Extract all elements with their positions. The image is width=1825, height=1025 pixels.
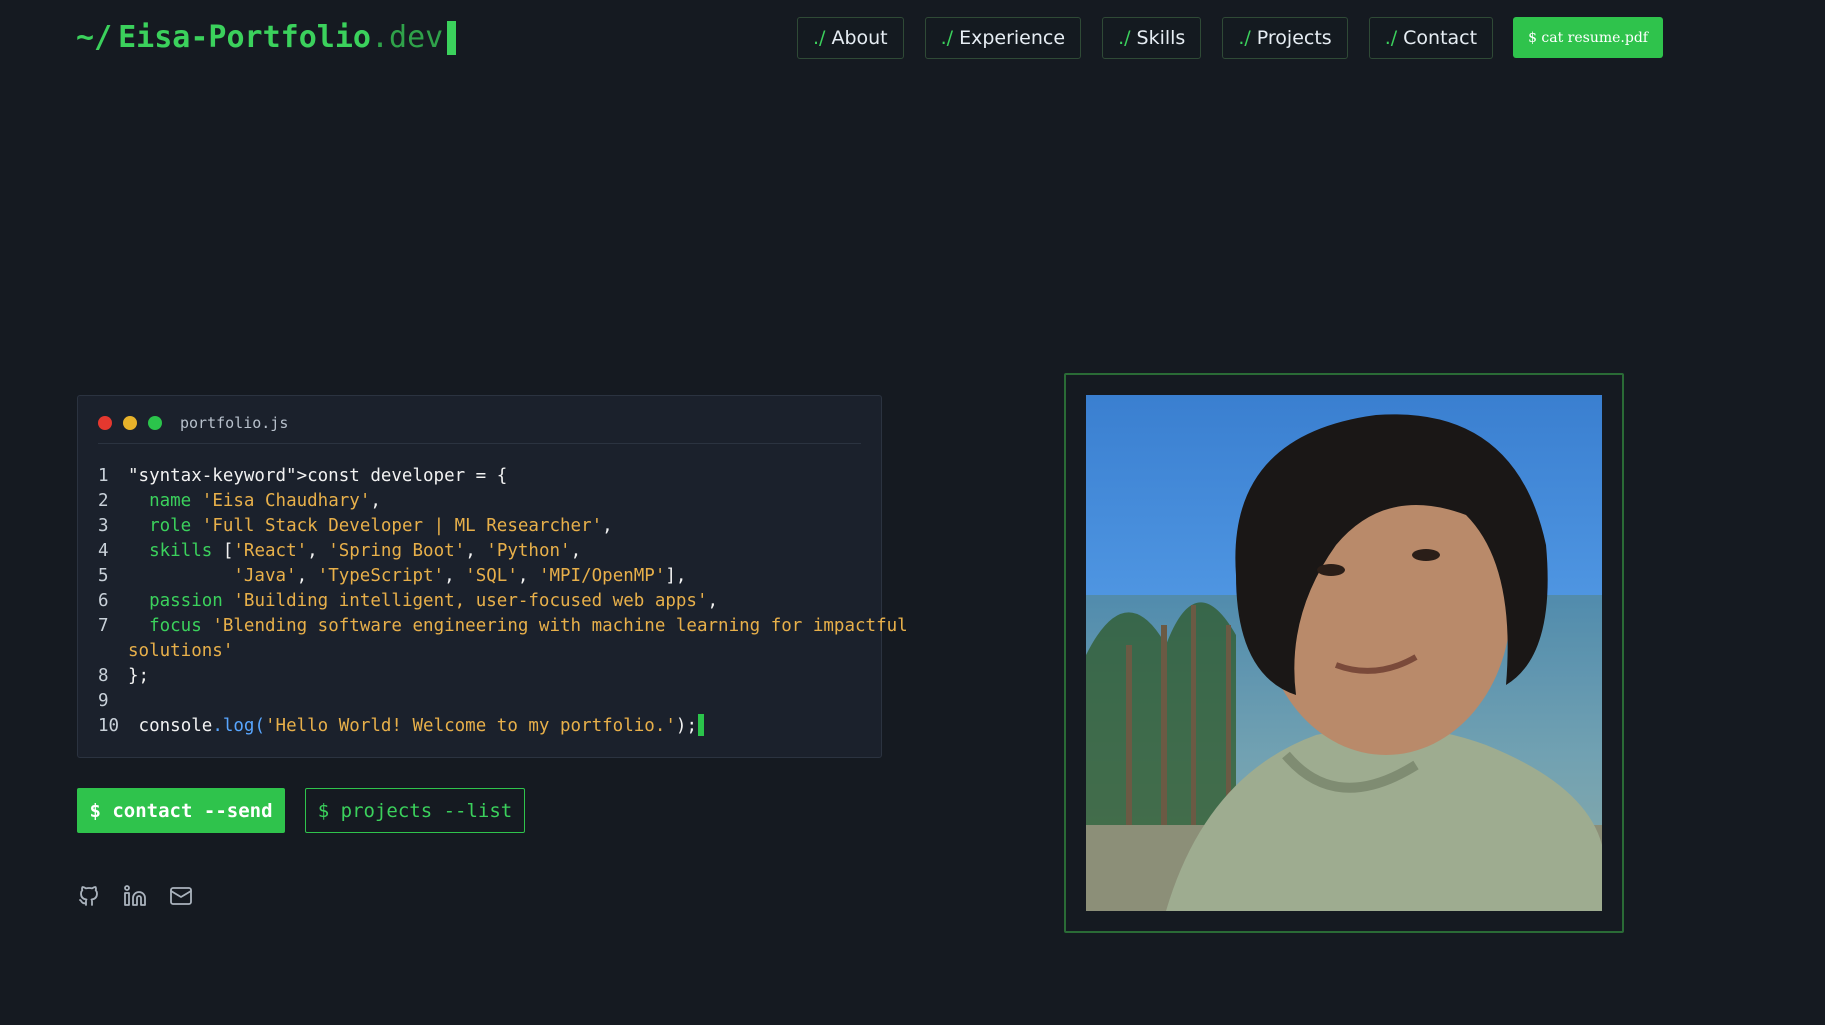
line-number: 5 xyxy=(98,566,109,586)
code-string: 'Hello World! Welcome to my portfolio.' xyxy=(265,716,676,736)
contact-send-button[interactable]: $ contact --send xyxy=(77,788,285,833)
code-key: role xyxy=(149,516,192,536)
code-line: 3 role 'Full Stack Developer | ML Resear… xyxy=(98,514,858,539)
code-window: portfolio.js 1 "syntax-keyword">const de… xyxy=(77,395,908,758)
code-key: name xyxy=(149,491,192,511)
code-punct: ], xyxy=(665,566,687,586)
nav-prefix: ./ xyxy=(1384,27,1398,49)
line-number: 2 xyxy=(98,491,109,511)
code-line: 6 passion 'Building intelligent, user-fo… xyxy=(98,589,858,614)
code-string: 'React' xyxy=(233,541,308,561)
nav-label: Contact xyxy=(1403,27,1478,49)
code-line: solutions' xyxy=(98,639,858,664)
maximize-dot-icon xyxy=(148,416,162,430)
nav-experience[interactable]: ./ Experience xyxy=(924,17,1082,59)
code-function: .log( xyxy=(212,716,265,736)
window-filename: portfolio.js xyxy=(180,414,289,432)
nav-label: Skills xyxy=(1136,27,1186,49)
code-line: 9 xyxy=(98,689,858,714)
code-object: console xyxy=(138,716,213,736)
code-line: 10 console .log('Hello World! Welcome to … xyxy=(98,714,858,739)
code-string: 'Full Stack Developer | ML Researcher' xyxy=(201,516,603,536)
line-number: 8 xyxy=(98,666,109,686)
logo-prefix: ~/ xyxy=(76,20,113,55)
nav-label: Projects xyxy=(1256,27,1332,49)
nav-prefix: ./ xyxy=(1118,27,1131,49)
code-punct: ); xyxy=(675,716,697,736)
nav-about[interactable]: ./ About xyxy=(797,17,904,59)
line-number: 7 xyxy=(98,616,109,636)
resume-button[interactable]: $ cat resume.pdf xyxy=(1513,17,1663,58)
mail-icon[interactable] xyxy=(169,883,193,913)
code-text: }; xyxy=(128,666,150,686)
code-line: 5 'Java', 'TypeScript', 'SQL', 'MPI/Open… xyxy=(98,564,858,589)
line-number: 10 xyxy=(98,716,120,736)
close-dot-icon xyxy=(98,416,112,430)
social-links xyxy=(77,883,193,913)
site-logo[interactable]: ~/ Eisa-Portfolio .dev xyxy=(76,20,457,55)
nav-label: About xyxy=(831,27,888,49)
nav-prefix: ./ xyxy=(940,27,954,49)
code-string: 'TypeScript' xyxy=(317,566,445,586)
code-line: 1 "syntax-keyword">const developer = { xyxy=(98,464,858,489)
github-icon[interactable] xyxy=(77,883,101,913)
projects-list-button[interactable]: $ projects --list xyxy=(305,788,525,833)
line-number: 4 xyxy=(98,541,109,561)
code-line: 7 focus 'Blending software engineering w… xyxy=(98,614,908,639)
text-cursor xyxy=(697,714,704,736)
code-punct: , xyxy=(602,516,613,536)
code-line: 2 name 'Eisa Chaudhary', xyxy=(98,489,858,514)
profile-photo-frame xyxy=(1064,373,1624,933)
line-number: 9 xyxy=(98,691,109,711)
code-punct: [ xyxy=(222,541,234,561)
nav-prefix: ./ xyxy=(1238,27,1251,49)
profile-photo xyxy=(1086,395,1602,911)
linkedin-icon[interactable] xyxy=(123,883,147,913)
logo-extension: .dev xyxy=(371,20,444,55)
line-number: 1 xyxy=(98,466,109,486)
nav-skills[interactable]: ./ Skills xyxy=(1102,17,1202,59)
code-string: 'Eisa Chaudhary' xyxy=(201,491,371,511)
code-text: "syntax-keyword">const developer = { xyxy=(128,466,508,486)
code-string: 'Blending software engineering with mach… xyxy=(212,616,908,636)
nav-projects[interactable]: ./ Projects xyxy=(1222,17,1348,59)
code-block: 1 "syntax-keyword">const developer = { 2… xyxy=(98,464,908,739)
code-punct: , xyxy=(707,591,719,611)
line-number: 6 xyxy=(98,591,109,611)
nav-label: Experience xyxy=(959,27,1066,49)
code-string: 'SQL' xyxy=(465,566,518,586)
code-key: passion xyxy=(149,591,223,611)
code-key: focus xyxy=(149,616,202,636)
code-string: 'MPI/OpenMP' xyxy=(538,566,666,586)
code-key: skills xyxy=(149,541,213,561)
logo-cursor xyxy=(447,20,457,55)
nav-prefix: ./ xyxy=(813,27,826,49)
code-string: 'Python' xyxy=(486,541,571,561)
code-line: 8 }; xyxy=(98,664,858,689)
minimize-dot-icon xyxy=(123,416,137,430)
code-punct: , xyxy=(570,541,582,561)
line-number: 3 xyxy=(98,516,109,536)
code-string: 'Java' xyxy=(233,566,297,586)
code-string: 'Spring Boot' xyxy=(328,541,466,561)
profile-photo-illustration xyxy=(1086,414,1602,911)
nav-contact[interactable]: ./ Contact xyxy=(1368,17,1494,59)
logo-name: Eisa-Portfolio xyxy=(118,20,371,55)
code-punct: , xyxy=(370,491,381,511)
window-title-bar: portfolio.js xyxy=(98,414,861,444)
code-string: 'Building intelligent, user-focused web … xyxy=(233,591,708,611)
code-string: solutions' xyxy=(128,641,234,661)
main-nav: ./ About ./ Experience ./ Skills ./ Proj… xyxy=(797,17,1663,59)
code-line: 4 skills ['React', 'Spring Boot', 'Pytho… xyxy=(98,539,858,564)
